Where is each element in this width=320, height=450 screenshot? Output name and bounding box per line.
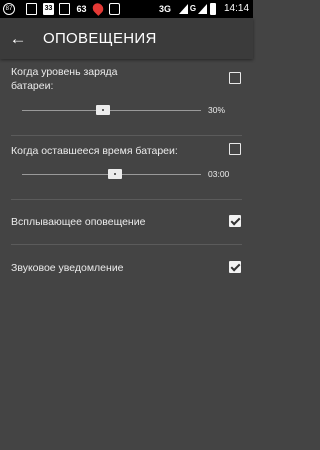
divider (11, 244, 242, 245)
status-bar: 87 33 63 3G G 14:14 (0, 0, 253, 18)
gallery-notification-icon (59, 3, 70, 15)
sound-alert-label: Звуковое уведомление (11, 262, 124, 274)
network-type-secondary-label: G (189, 4, 197, 13)
battery-level-slider-thumb[interactable] (95, 105, 110, 115)
battery-level-label-line2: батареи: (11, 80, 54, 92)
location-pin-icon (90, 1, 106, 16)
image-notification-icon (26, 3, 37, 15)
network-type-label: 3G (159, 4, 172, 14)
battery-time-checkbox[interactable] (229, 143, 241, 155)
count-notification-icon: 63 (76, 4, 87, 14)
sound-alert-checkbox[interactable] (229, 261, 241, 273)
divider (11, 199, 242, 200)
popup-alert-label: Всплывающее оповещение (11, 216, 146, 228)
battery-level-label-line1: Когда уровень заряда (11, 66, 118, 78)
battery-time-slider-thumb[interactable] (108, 169, 123, 179)
battery-level-value: 30% (208, 105, 226, 115)
status-time: 14:14 (224, 3, 250, 14)
popup-alert-checkbox[interactable] (229, 215, 241, 227)
signal-strength-icon (179, 4, 188, 14)
battery-icon (210, 3, 216, 15)
calendar-notification-icon: 33 (43, 3, 54, 15)
app-bar: ← ОПОВЕЩЕНИЯ (0, 18, 253, 59)
page-title: ОПОВЕЩЕНИЯ (43, 30, 157, 47)
divider (11, 135, 242, 136)
settings-list: Когда уровень заряда батареи: 30% Когда … (0, 59, 253, 450)
shopping-bag-icon (109, 3, 120, 15)
battery-level-slider-track[interactable] (22, 110, 201, 111)
battery-time-value: 03:00 (208, 169, 230, 179)
notification-badge-icon: 87 (3, 3, 15, 15)
back-arrow-icon[interactable]: ← (6, 27, 30, 51)
battery-level-checkbox[interactable] (229, 72, 241, 84)
signal-strength-secondary-icon (198, 4, 207, 14)
battery-time-label: Когда оставшееся время батареи: (11, 145, 178, 157)
